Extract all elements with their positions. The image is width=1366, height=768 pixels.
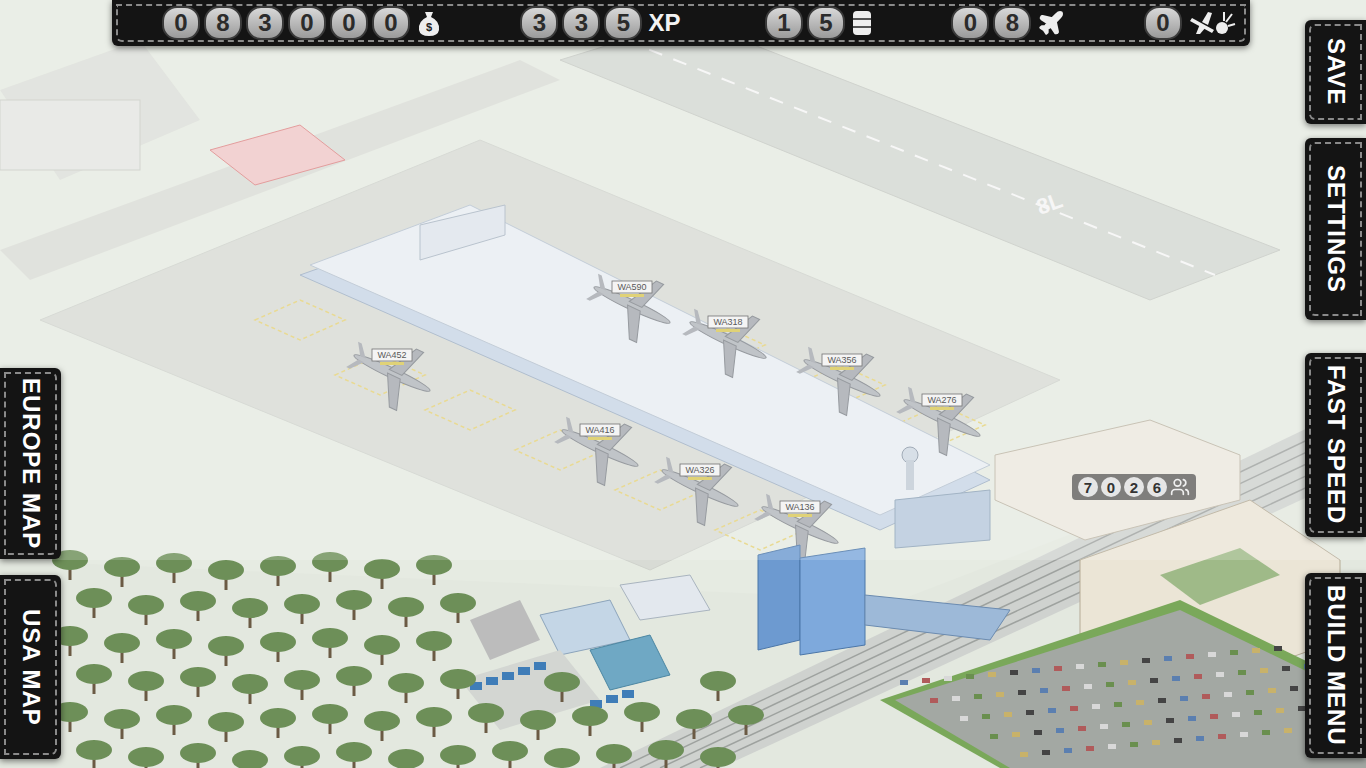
map-button[interactable]: USA MAP xyxy=(0,575,61,759)
resource-bar: 083000$335XP15080 xyxy=(112,0,1250,46)
digit: 0 xyxy=(951,6,989,40)
digit: 5 xyxy=(604,6,642,40)
button-label: SAVE xyxy=(1322,28,1350,116)
counter-icon-wrap xyxy=(1188,8,1236,38)
digit: 1 xyxy=(765,6,803,40)
planes-counter: 08 xyxy=(951,6,1065,40)
fuel-counter: 15 xyxy=(765,6,873,40)
button-label: USA MAP xyxy=(17,599,45,736)
menu-button[interactable]: FAST SPEED xyxy=(1305,353,1366,537)
airport-map[interactable]: 8LWA590WA318WA356WA276WA452WA416WA326WA1… xyxy=(0,0,1366,768)
digit: 3 xyxy=(562,6,600,40)
digit: 0 xyxy=(162,6,200,40)
map-button[interactable]: EUROPE MAP xyxy=(0,368,61,559)
counter-icon-wrap xyxy=(1037,9,1065,37)
counter-icon-wrap: $ xyxy=(416,9,442,37)
game-screen: 8LWA590WA318WA356WA276WA452WA416WA326WA1… xyxy=(0,0,1366,768)
button-label: EUROPE MAP xyxy=(17,368,45,559)
digit: 0 xyxy=(288,6,326,40)
button-label: FAST SPEED xyxy=(1322,355,1350,534)
digit: 7 xyxy=(1078,477,1098,497)
button-label: BUILD MENU xyxy=(1322,575,1350,756)
menu-button[interactable]: SAVE xyxy=(1305,20,1366,124)
digit: 6 xyxy=(1147,477,1167,497)
svg-text:$: $ xyxy=(426,21,432,33)
service-area[interactable] xyxy=(460,575,710,730)
office-towers[interactable] xyxy=(758,545,1010,655)
map-buttons: EUROPE MAP USA MAP xyxy=(0,352,61,759)
people-icon xyxy=(1170,477,1190,497)
digit: 0 xyxy=(372,6,410,40)
counter-unit: XP xyxy=(648,9,680,37)
car-parking xyxy=(880,600,1366,768)
passenger-counter: 7026 xyxy=(1072,474,1196,500)
menu-buttons: SAVE SETTINGS FAST SPEED BUILD MENU xyxy=(1305,0,1366,758)
fuel-barrel-icon xyxy=(851,9,873,37)
button-label: SETTINGS xyxy=(1322,155,1350,303)
xp-counter: 335XP xyxy=(520,6,686,40)
counter-icon-wrap xyxy=(851,9,873,37)
digit: 0 xyxy=(330,6,368,40)
plane-icon xyxy=(1037,9,1065,37)
digit: 8 xyxy=(204,6,242,40)
forest xyxy=(52,550,764,768)
money-bag-icon: $ xyxy=(416,9,442,37)
digit: 3 xyxy=(246,6,284,40)
digit: 5 xyxy=(807,6,845,40)
money-counter: 083000$ xyxy=(162,6,442,40)
digit: 0 xyxy=(1101,477,1121,497)
crash-icon xyxy=(1188,8,1236,38)
digit: 3 xyxy=(520,6,558,40)
digit: 8 xyxy=(993,6,1031,40)
digit: 0 xyxy=(1144,6,1182,40)
menu-button[interactable]: BUILD MENU xyxy=(1305,573,1366,758)
crashes-counter: 0 xyxy=(1144,6,1236,40)
menu-button[interactable]: SETTINGS xyxy=(1305,138,1366,320)
digit: 2 xyxy=(1124,477,1144,497)
